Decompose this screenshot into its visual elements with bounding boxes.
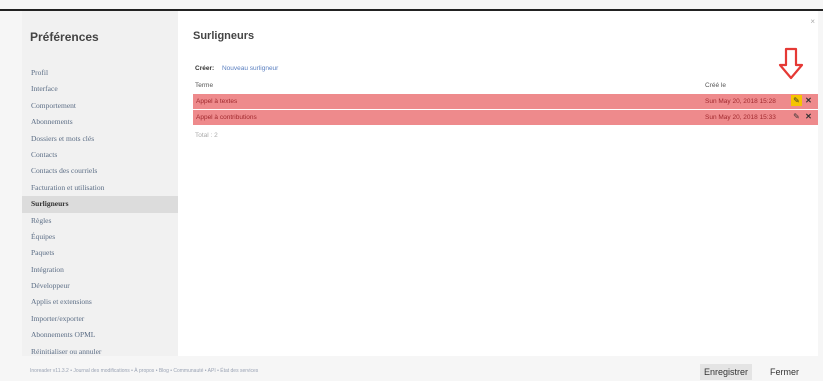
save-button[interactable]: Enregistrer	[700, 364, 753, 380]
sidebar-item[interactable]: Dossiers et mots clés	[22, 131, 178, 147]
sidebar-item[interactable]: Équipes	[22, 229, 178, 245]
sidebar-item[interactable]: Importer/exporter	[22, 311, 178, 327]
sidebar-item[interactable]: Contacts des courriels	[22, 163, 178, 179]
sidebar-item[interactable]: Règles	[22, 213, 178, 229]
sidebar-item[interactable]: Paquets	[22, 245, 178, 261]
row-created-date: Sun May 20, 2018 15:28	[705, 98, 776, 105]
preferences-dialog: Préférences Profil Interface Comportement A…	[0, 0, 823, 381]
new-highlighter-link[interactable]: Nouveau surligneur	[222, 65, 278, 72]
sidebar-title: Préférences	[30, 30, 99, 44]
close-icon[interactable]: ×	[810, 17, 815, 26]
sidebar-item[interactable]: Abonnements OPML	[22, 327, 178, 343]
footer-links[interactable]: Inoreader v11.3.2 • Journal des modifica…	[30, 368, 258, 374]
sidebar-item[interactable]: Comportement	[22, 98, 178, 114]
sidebar-item[interactable]: Intégration	[22, 262, 178, 278]
create-label: Créer:	[195, 65, 215, 72]
delete-x-icon[interactable]: ✕	[804, 112, 813, 121]
sidebar-item[interactable]: Développeur	[22, 278, 178, 294]
column-header-created[interactable]: Créé le	[705, 82, 726, 89]
sidebar-item[interactable]: Applis et extensions	[22, 294, 178, 310]
table-row[interactable]: Appel à contributions Sun May 20, 2018 15…	[193, 110, 818, 125]
row-term: Appel à contributions	[196, 114, 257, 121]
row-created-date: Sun May 20, 2018 15:33	[705, 114, 776, 121]
column-header-term[interactable]: Terme	[195, 82, 213, 89]
create-row: Créer: Nouveau surligneur	[195, 65, 278, 72]
page-title: Surligneurs	[193, 30, 255, 42]
row-term: Appel à textes	[196, 98, 238, 105]
sidebar-item[interactable]: Facturation et utilisation	[22, 180, 178, 196]
edit-pencil-icon[interactable]: ✎	[791, 95, 802, 106]
edit-pencil-icon[interactable]: ✎	[792, 112, 801, 121]
main-panel: × Surligneurs Créer: Nouveau surligneur …	[178, 11, 818, 356]
sidebar-item[interactable]: Interface	[22, 81, 178, 97]
sidebar-item[interactable]: Surligneurs	[22, 196, 178, 213]
total-count: Total : 2	[195, 132, 218, 139]
sidebar: Préférences Profil Interface Comportement A…	[22, 11, 178, 356]
sidebar-item[interactable]: Profil	[22, 65, 178, 81]
footer: Inoreader v11.3.2 • Journal des modifica…	[0, 356, 823, 381]
sidebar-item[interactable]: Abonnements	[22, 114, 178, 130]
down-arrow-icon	[778, 47, 804, 86]
delete-x-icon[interactable]: ✕	[804, 96, 813, 105]
sidebar-item[interactable]: Contacts	[22, 147, 178, 163]
sidebar-list: Profil Interface Comportement Abonnements Do…	[22, 65, 178, 360]
table-row[interactable]: Appel à textes Sun May 20, 2018 15:28 ✎ ✕	[193, 94, 818, 109]
close-button[interactable]: Fermer	[766, 364, 803, 380]
